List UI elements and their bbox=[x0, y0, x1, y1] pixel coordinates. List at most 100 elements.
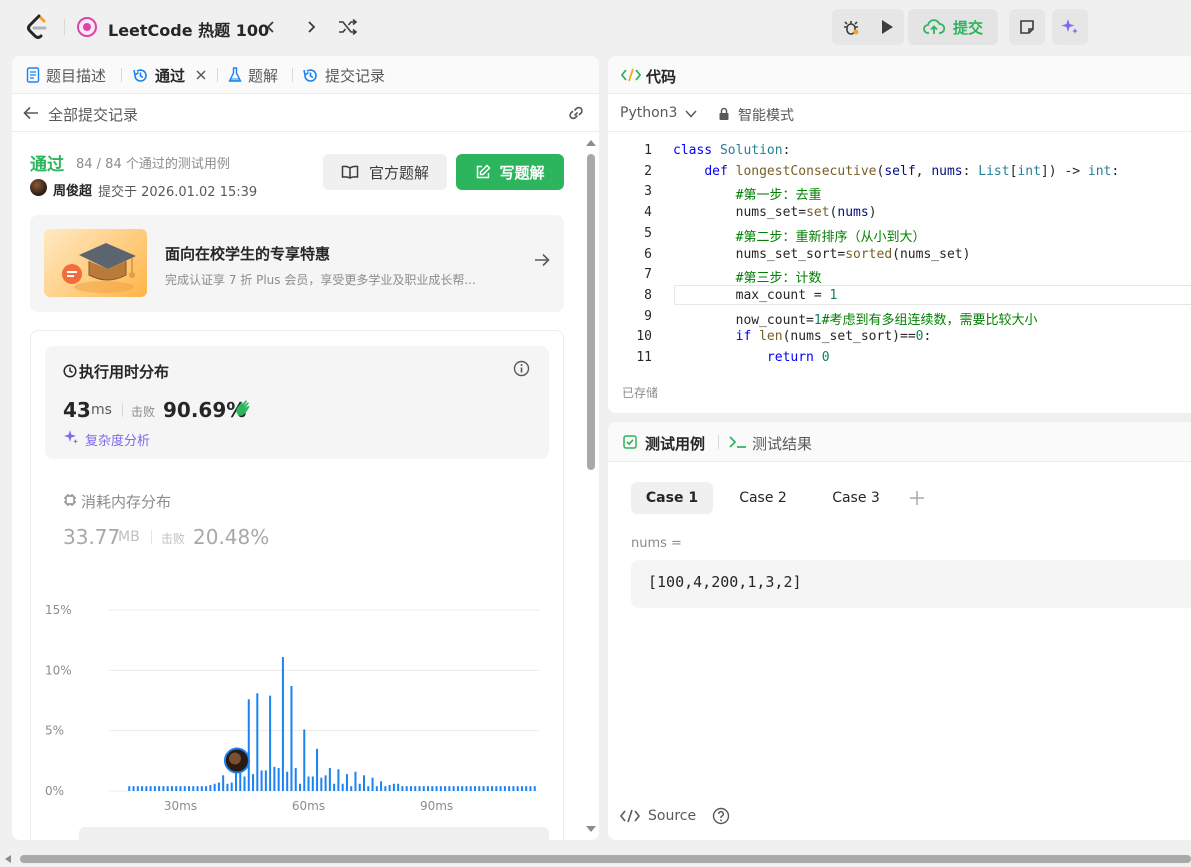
chart-bar[interactable] bbox=[367, 786, 370, 791]
chart-bar[interactable] bbox=[256, 693, 259, 791]
chart-bar[interactable] bbox=[465, 786, 468, 791]
next-problem-button[interactable] bbox=[298, 14, 324, 40]
case-tab-3[interactable]: Case 3 bbox=[816, 482, 896, 514]
scroll-up-icon[interactable] bbox=[585, 138, 597, 148]
chart-bar[interactable] bbox=[277, 768, 280, 791]
chart-bar[interactable] bbox=[482, 786, 485, 791]
chart-bar[interactable] bbox=[401, 786, 404, 791]
code-line[interactable]: 6 nums_set_sort=sorted(nums_set) bbox=[608, 247, 1191, 267]
chart-bar[interactable] bbox=[435, 786, 438, 791]
chart-bar[interactable] bbox=[491, 786, 494, 791]
chart-bar[interactable] bbox=[149, 786, 152, 791]
code-line[interactable]: 5 #第二步：重新排序（从小到大） bbox=[608, 226, 1191, 246]
tab-testcases[interactable]: 测试用例 bbox=[645, 433, 705, 454]
complexity-analysis-link[interactable]: 复杂度分析 bbox=[85, 430, 150, 449]
chart-bar[interactable] bbox=[136, 786, 139, 791]
write-solution-button[interactable]: 写题解 bbox=[456, 154, 564, 190]
chart-bar[interactable] bbox=[516, 786, 519, 791]
all-submissions-link[interactable]: 全部提交记录 bbox=[48, 104, 138, 125]
chart-bar[interactable] bbox=[525, 786, 528, 791]
chart-bar[interactable] bbox=[298, 783, 301, 791]
chart-bar[interactable] bbox=[128, 786, 131, 791]
case-tab-1[interactable]: Case 1 bbox=[631, 482, 713, 514]
horizontal-scrollbar[interactable] bbox=[0, 851, 1191, 867]
left-panel-scrollbar[interactable] bbox=[584, 136, 598, 840]
submit-button[interactable]: 提交 bbox=[908, 9, 998, 45]
chart-bar[interactable] bbox=[311, 776, 314, 791]
chart-bar[interactable] bbox=[384, 786, 387, 791]
chart-bar[interactable] bbox=[320, 777, 323, 791]
chart-bar[interactable] bbox=[132, 786, 135, 791]
code-line[interactable]: 3 #第一步：去重 bbox=[608, 184, 1191, 204]
chart-bar[interactable] bbox=[179, 786, 182, 791]
chart-bar[interactable] bbox=[414, 786, 417, 791]
tab-accepted[interactable]: 通过 bbox=[132, 56, 207, 94]
chart-bar[interactable] bbox=[183, 786, 186, 791]
chart-bar[interactable] bbox=[200, 786, 203, 791]
chart-bar[interactable] bbox=[512, 786, 515, 791]
link-icon[interactable] bbox=[566, 105, 586, 121]
chevron-down-icon[interactable] bbox=[685, 109, 697, 119]
chart-bar[interactable] bbox=[192, 786, 195, 791]
close-icon[interactable] bbox=[195, 69, 207, 81]
chart-bar[interactable] bbox=[350, 786, 353, 791]
language-select[interactable]: Python3 bbox=[620, 105, 677, 121]
chart-bar[interactable] bbox=[303, 729, 306, 791]
scroll-down-icon[interactable] bbox=[585, 824, 597, 834]
chart-bar[interactable] bbox=[363, 775, 366, 791]
smart-mode-toggle[interactable]: 智能模式 bbox=[738, 105, 794, 125]
plus-icon[interactable] bbox=[909, 490, 925, 506]
chart-bar[interactable] bbox=[354, 771, 357, 791]
chart-bar[interactable] bbox=[409, 786, 412, 791]
chart-bar[interactable] bbox=[439, 786, 442, 791]
author-name[interactable]: 周俊超 bbox=[53, 180, 92, 199]
chart-bar[interactable] bbox=[405, 786, 408, 791]
chart-bar[interactable] bbox=[469, 786, 472, 791]
code-line[interactable]: 2 def longestConsecutive(self, nums: Lis… bbox=[608, 164, 1191, 184]
chart-bar[interactable] bbox=[175, 786, 178, 791]
problem-list-title[interactable]: LeetCode 热题 100 bbox=[108, 17, 269, 41]
code-editor[interactable]: 1 class Solution: 2 def longestConsecutive… bbox=[608, 142, 1191, 362]
tab-submissions[interactable]: 提交记录 bbox=[302, 56, 385, 94]
chart-bar[interactable] bbox=[316, 748, 319, 791]
chart-bar[interactable] bbox=[345, 774, 348, 791]
chart-bar[interactable] bbox=[392, 783, 395, 791]
chart-bar[interactable] bbox=[452, 786, 455, 791]
chart-bar[interactable] bbox=[209, 784, 212, 791]
chart-bar[interactable] bbox=[397, 783, 400, 791]
chart-bar[interactable] bbox=[294, 768, 297, 791]
chart-bar[interactable] bbox=[239, 772, 242, 791]
chart-bar[interactable] bbox=[486, 786, 489, 791]
code-line[interactable]: 9 now_count=1#考虑到有多组连续数，需要比较大小 bbox=[608, 309, 1191, 329]
chart-bar[interactable] bbox=[375, 786, 378, 791]
chart-bar[interactable] bbox=[328, 768, 331, 791]
chart-bar[interactable] bbox=[264, 770, 267, 791]
chart-bar[interactable] bbox=[273, 766, 276, 791]
tab-description[interactable]: 题目描述 bbox=[26, 56, 106, 94]
chart-bar[interactable] bbox=[188, 786, 191, 791]
chart-bar[interactable] bbox=[456, 786, 459, 791]
avatar[interactable] bbox=[30, 179, 47, 196]
chart-bar[interactable] bbox=[213, 783, 216, 791]
chart-bar[interactable] bbox=[286, 771, 289, 791]
scroll-left-icon[interactable] bbox=[4, 854, 12, 864]
source-row[interactable]: Source bbox=[620, 807, 730, 825]
chart-bar[interactable] bbox=[448, 786, 451, 791]
chart-bar[interactable] bbox=[461, 786, 464, 791]
chart-bar[interactable] bbox=[380, 781, 383, 791]
chart-bar[interactable] bbox=[341, 783, 344, 791]
chart-bar[interactable] bbox=[281, 657, 284, 791]
notes-button[interactable] bbox=[1009, 9, 1045, 45]
chart-bar[interactable] bbox=[473, 786, 476, 791]
chart-bar[interactable] bbox=[529, 786, 532, 791]
chart-bar[interactable] bbox=[371, 777, 374, 791]
chart-bar[interactable] bbox=[499, 786, 502, 791]
chart-bar[interactable] bbox=[153, 786, 156, 791]
chart-bar[interactable] bbox=[337, 769, 340, 791]
chart-bar[interactable] bbox=[533, 786, 536, 791]
chart-bar[interactable] bbox=[166, 786, 169, 791]
case-tab-2[interactable]: Case 2 bbox=[723, 482, 803, 514]
chart-bar[interactable] bbox=[427, 786, 430, 791]
chart-bar[interactable] bbox=[307, 776, 310, 791]
chart-bar[interactable] bbox=[247, 699, 250, 791]
